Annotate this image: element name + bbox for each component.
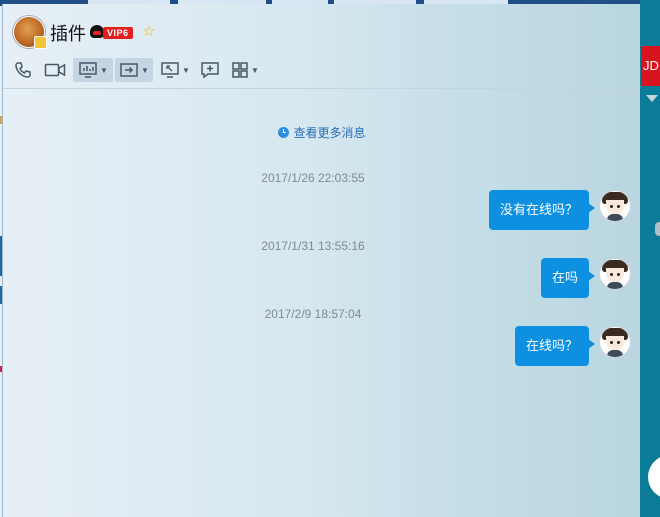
contact-avatar[interactable] [13, 16, 47, 49]
chevron-down-icon[interactable]: ▼ [141, 66, 149, 75]
my-avatar-icon[interactable] [599, 190, 631, 222]
star-icon[interactable]: ☆ [142, 23, 155, 40]
transfer-icon[interactable]: ▼ [115, 58, 153, 82]
status-badge [34, 36, 47, 49]
add-chat-icon[interactable] [197, 58, 223, 82]
chat-toolbar: ▼ ▼ ▼ ▼ [3, 58, 641, 84]
qq-penguin-icon [90, 25, 104, 38]
my-avatar-icon[interactable] [599, 258, 631, 290]
my-avatar-icon[interactable] [599, 326, 631, 358]
view-more-messages-link[interactable]: 查看更多消息 [3, 124, 641, 141]
jd-logo[interactable]: JD [641, 46, 660, 86]
message-timestamp: 2017/2/9 18:57:04 [264, 307, 362, 321]
monitor-icon[interactable]: ▼ [157, 58, 193, 82]
chevron-down-icon[interactable]: ▼ [182, 66, 190, 75]
vip-badge[interactable]: VIP6 [103, 27, 133, 39]
phone-icon[interactable] [11, 58, 35, 82]
clock-icon [278, 127, 290, 138]
chat-header: 插件 VIP6 ☆ ▼ ▼ ▼ ▼ [3, 4, 641, 89]
apps-grid-icon[interactable]: ▼ [229, 58, 261, 82]
floating-circle-button[interactable] [648, 455, 660, 499]
panel-handle[interactable] [655, 222, 660, 236]
chart-screen-icon[interactable]: ▼ [73, 58, 113, 82]
chat-window: 插件 VIP6 ☆ ▼ ▼ ▼ ▼ 查看更多消息 2017/1/26 22:03… [2, 4, 641, 517]
message-bubble[interactable]: 在吗 [540, 258, 596, 298]
chevron-down-icon[interactable]: ▼ [251, 66, 259, 75]
message-bubble[interactable]: 没有在线吗？ [488, 190, 596, 230]
view-more-label[interactable]: 查看更多消息 [293, 126, 365, 140]
video-camera-icon[interactable] [41, 58, 69, 82]
triangle-icon [646, 95, 658, 102]
message-timestamp: 2017/1/26 22:03:55 [261, 171, 365, 185]
message-bubble[interactable]: 在线吗？ [514, 326, 596, 366]
message-timestamp: 2017/1/31 13:55:16 [261, 239, 365, 253]
chevron-down-icon[interactable]: ▼ [100, 66, 108, 75]
contact-name[interactable]: 插件 [50, 20, 86, 46]
